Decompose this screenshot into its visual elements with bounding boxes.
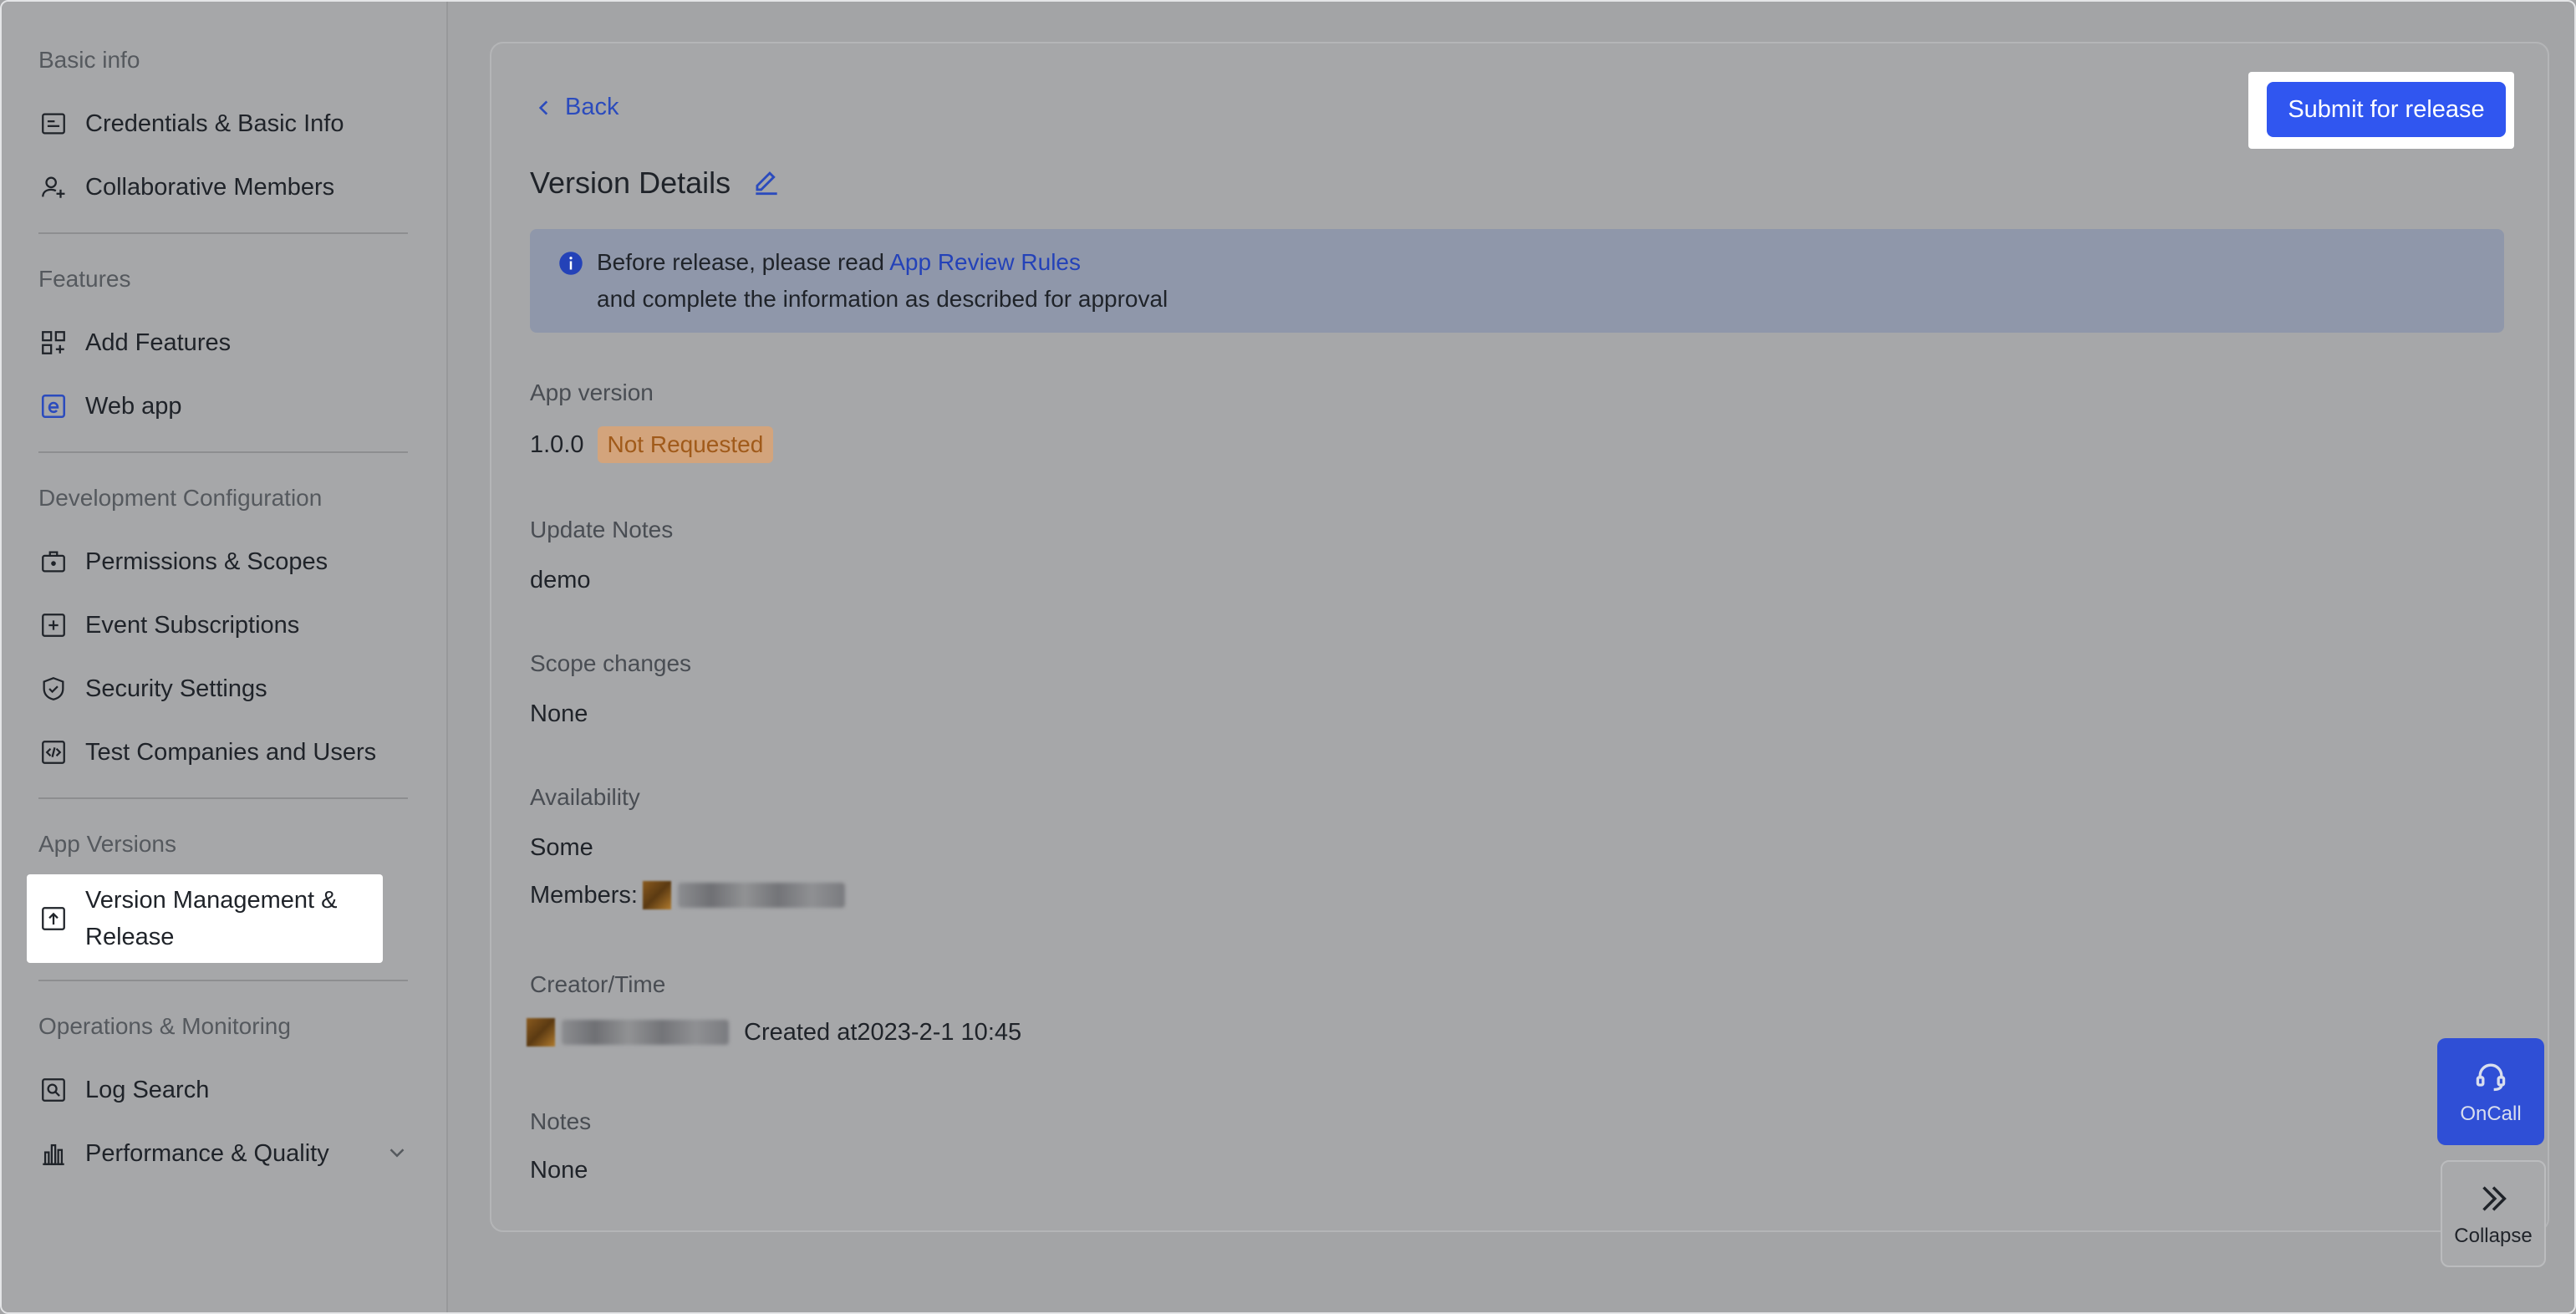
release-notice-banner: Before release, please read App Review R… [530, 229, 2504, 333]
sidebar-item-label: Performance & Quality [85, 1139, 329, 1167]
sidebar-divider [38, 232, 408, 234]
redacted-member-name [677, 883, 845, 908]
credentials-icon [38, 109, 69, 139]
creator-row: Created at2023-2-1 10:45 [527, 1018, 1021, 1047]
code-box-icon [38, 737, 69, 767]
sidebar-item-label: Security Settings [85, 675, 267, 702]
scope-changes-label: Scope changes [530, 650, 692, 676]
sidebar-item-log-search[interactable]: Log Search [38, 1072, 209, 1108]
back-link[interactable]: Back [533, 94, 619, 121]
collapse-label: Collapse [2454, 1225, 2533, 1247]
page-title: Version Details [530, 166, 782, 201]
page-title-text: Version Details [530, 166, 731, 200]
event-plus-icon [38, 610, 69, 640]
sidebar-group-basic-info: Basic info [38, 47, 140, 73]
sidebar-divider [38, 980, 408, 981]
oncall-button[interactable]: OnCall [2437, 1038, 2544, 1145]
sidebar-item-label: Web app [85, 392, 182, 420]
submit-for-release-button[interactable]: Submit for release [2267, 82, 2506, 137]
add-member-icon [38, 172, 69, 202]
update-notes-label: Update Notes [530, 517, 674, 542]
sidebar-item-performance[interactable]: Performance & Quality [38, 1135, 329, 1172]
sidebar-item-permissions[interactable]: Permissions & Scopes [38, 543, 328, 580]
avatar [527, 1018, 555, 1047]
app-version-label: App version [530, 379, 654, 405]
notice-prefix: Before release, please read [597, 249, 890, 275]
app-version-value-row: 1.0.0 Not Requested [530, 426, 774, 463]
sidebar-item-label: Add Features [85, 328, 232, 356]
sidebar-item-label: Permissions & Scopes [85, 548, 328, 575]
sidebar-item-version-management[interactable]: Version Management & Release [38, 882, 369, 955]
created-at-text: Created at2023-2-1 10:45 [744, 1018, 1022, 1046]
app-version-value: 1.0.0 [530, 430, 584, 458]
status-badge: Not Requested [597, 426, 774, 463]
sidebar-item-label: Log Search [85, 1076, 210, 1103]
availability-label: Availability [530, 784, 640, 810]
sidebar-item-web-app[interactable]: Web app [38, 388, 182, 425]
members-row: Members: [530, 881, 845, 909]
members-label: Members: [530, 881, 638, 909]
shield-check-icon [38, 674, 69, 704]
sidebar-group-operations: Operations & Monitoring [38, 1013, 291, 1039]
sidebar-item-security-settings[interactable]: Security Settings [38, 670, 267, 707]
sidebar-group-features: Features [38, 266, 131, 292]
sidebar-group-app-versions: App Versions [38, 831, 176, 857]
web-app-icon [38, 391, 69, 421]
update-notes-value: demo [530, 567, 591, 593]
grid-plus-icon [38, 328, 69, 358]
sidebar-item-label: Test Companies and Users [85, 738, 377, 766]
avatar [642, 881, 671, 909]
scope-changes-value: None [530, 700, 588, 727]
log-search-icon [38, 1075, 69, 1105]
notice-line-2: and complete the information as describe… [597, 286, 1168, 312]
sidebar-item-label: Credentials & Basic Info [85, 110, 344, 137]
upload-icon [38, 904, 69, 934]
info-icon [559, 252, 583, 275]
chevron-left-icon [538, 99, 548, 115]
app-window: Basic info Credentials & Basic Info Coll… [0, 0, 2576, 1314]
briefcase-icon [38, 547, 69, 577]
sidebar-item-event-subscriptions[interactable]: Event Subscriptions [38, 607, 299, 644]
redacted-creator-name [562, 1020, 729, 1045]
availability-value: Some [530, 834, 593, 861]
app-review-rules-link[interactable]: App Review Rules [889, 249, 1081, 275]
edit-icon[interactable] [751, 167, 782, 199]
sidebar-item-label: Event Subscriptions [85, 611, 300, 639]
chevron-down-icon[interactable] [384, 1140, 410, 1165]
creator-time-label: Creator/Time [530, 971, 666, 997]
sidebar-item-collaborative-members[interactable]: Collaborative Members [38, 169, 334, 206]
sidebar-divider [38, 797, 408, 799]
bar-chart-icon [38, 1138, 69, 1169]
notice-line-1: Before release, please read App Review R… [597, 249, 1081, 276]
collapse-button[interactable]: Collapse [2441, 1160, 2546, 1267]
sidebar-item-label: Collaborative Members [85, 173, 335, 201]
headset-icon [2476, 1063, 2506, 1092]
sidebar-item-credentials[interactable]: Credentials & Basic Info [38, 105, 344, 142]
sidebar-group-development: Development Configuration [38, 485, 323, 511]
sidebar-divider [38, 451, 408, 453]
double-chevron-right-icon [2482, 1186, 2507, 1211]
sidebar: Basic info Credentials & Basic Info Coll… [2, 2, 448, 1312]
sidebar-item-label: Version Management & Release [85, 887, 338, 950]
sidebar-item-add-features[interactable]: Add Features [38, 324, 231, 361]
back-label: Back [565, 94, 619, 120]
notes-value: None [530, 1157, 588, 1184]
notes-label: Notes [530, 1108, 592, 1134]
oncall-label: OnCall [2460, 1103, 2522, 1125]
version-details-card [490, 42, 2549, 1232]
sidebar-item-test-companies[interactable]: Test Companies and Users [38, 734, 376, 771]
